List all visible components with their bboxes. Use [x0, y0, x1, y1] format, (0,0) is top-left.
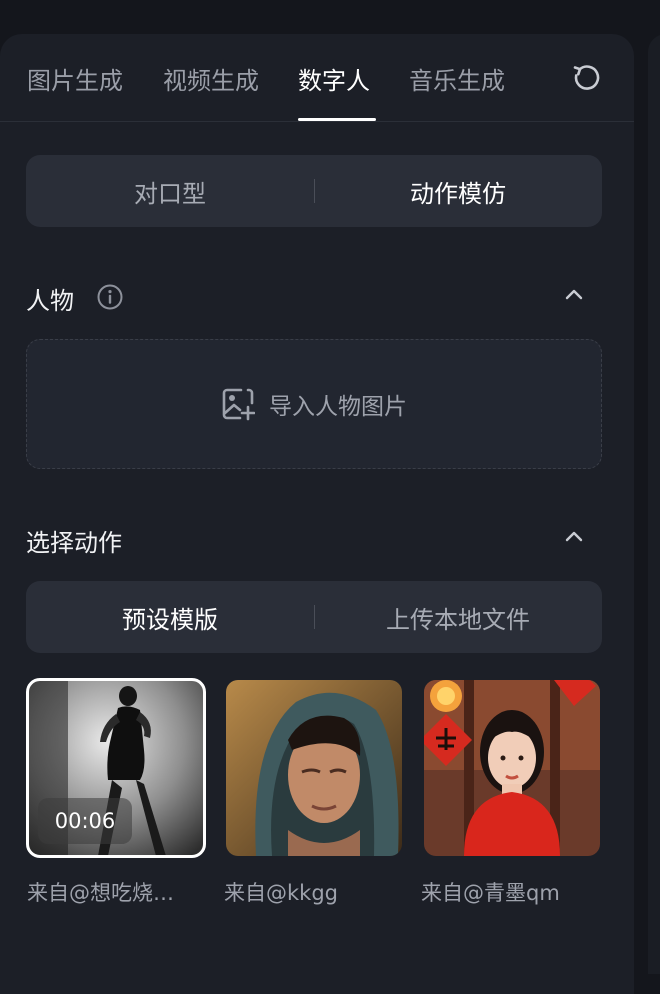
- template-caption-2: 来自@kkgg: [224, 881, 338, 905]
- template-thumbnail-woman: [424, 680, 600, 856]
- template-card-1[interactable]: 00:06: [26, 678, 206, 858]
- import-character-label: 导入人物图片: [269, 394, 407, 420]
- tab-bar: 图片生成 视频生成 数字人 音乐生成: [0, 34, 634, 122]
- mode-option-motion-imitation[interactable]: 动作模仿: [314, 155, 602, 227]
- action-source-switch: 预设模版 上传本地文件: [26, 581, 602, 653]
- tab-image-generation[interactable]: 图片生成: [27, 61, 123, 96]
- image-add-icon: [222, 388, 255, 421]
- template-card-2[interactable]: [226, 680, 402, 856]
- adjacent-panel-edge: [648, 34, 660, 974]
- mode-option-lip-sync[interactable]: 对口型: [26, 155, 314, 227]
- refresh-icon[interactable]: [571, 63, 601, 93]
- action-section-title: 选择动作: [26, 529, 122, 557]
- chevron-up-icon[interactable]: [562, 525, 586, 549]
- digital-human-panel: 图片生成 视频生成 数字人 音乐生成 对口型 动作模仿 人物 导入人物图片 选择…: [0, 34, 634, 994]
- template-caption-1: 来自@想吃烧…: [27, 881, 174, 905]
- template-caption-3: 来自@青墨qm: [421, 881, 560, 905]
- mode-switch: 对口型 动作模仿: [26, 155, 602, 227]
- active-tab-indicator: [298, 118, 376, 121]
- chevron-up-icon[interactable]: [562, 283, 586, 307]
- source-option-preset-templates[interactable]: 预设模版: [26, 581, 314, 653]
- video-duration-badge: 00:06: [38, 798, 132, 844]
- tab-music-generation[interactable]: 音乐生成: [409, 61, 505, 96]
- tab-digital-human[interactable]: 数字人: [298, 61, 370, 96]
- import-character-image-dropzone[interactable]: 导入人物图片: [26, 339, 602, 469]
- source-option-upload-local-file[interactable]: 上传本地文件: [314, 581, 602, 653]
- info-icon[interactable]: [96, 283, 124, 311]
- character-section-title: 人物: [26, 287, 74, 315]
- template-thumbnail-man: [226, 680, 402, 856]
- tab-video-generation[interactable]: 视频生成: [163, 61, 259, 96]
- template-card-3[interactable]: [424, 680, 600, 856]
